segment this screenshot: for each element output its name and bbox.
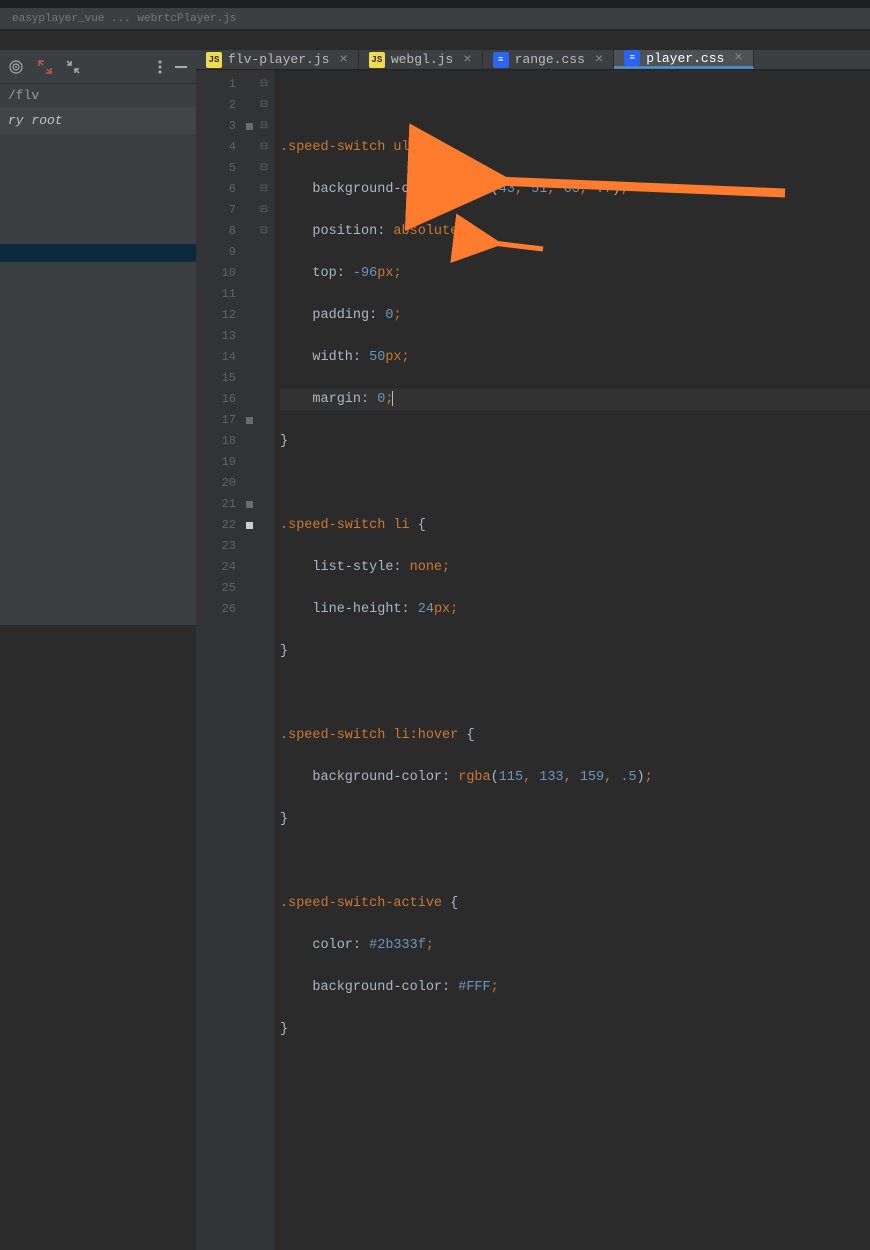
- project-tree[interactable]: /flv ry root: [0, 84, 196, 625]
- code-area[interactable]: .speed-switch ul { background-color: rgb…: [274, 70, 870, 1250]
- tab-label: webgl.js: [391, 52, 453, 67]
- tree-scratches[interactable]: ry root: [0, 107, 196, 134]
- tab-range-css[interactable]: ≡ range.css ×: [483, 50, 615, 69]
- close-icon[interactable]: ×: [463, 52, 471, 68]
- breadcrumb-text: easyplayer_vue ... webrtcPlayer.js: [12, 13, 236, 25]
- editor-tabs: JS flv-player.js × JS webgl.js × ≡ range…: [196, 50, 870, 70]
- css-icon: ≡: [624, 50, 640, 66]
- tree-item-flv[interactable]: /flv: [0, 84, 196, 107]
- sidebar: /flv ry root: [0, 50, 196, 625]
- close-icon[interactable]: ×: [595, 52, 603, 68]
- breadcrumb-bar: easyplayer_vue ... webrtcPlayer.js: [0, 8, 870, 30]
- tab-label: player.css: [646, 51, 724, 66]
- close-icon[interactable]: ×: [734, 50, 742, 66]
- tree-selection[interactable]: [0, 244, 196, 262]
- tab-label: range.css: [515, 52, 585, 67]
- tab-flv-player-js[interactable]: JS flv-player.js ×: [196, 50, 359, 69]
- code-editor[interactable]: 1234567891011121314151617181920212223242…: [196, 70, 870, 1250]
- close-icon[interactable]: ×: [339, 52, 347, 68]
- sidebar-toolbar: [0, 50, 196, 84]
- mark-gutter: [244, 70, 254, 1250]
- collapse-icon[interactable]: [66, 60, 80, 74]
- js-icon: JS: [206, 52, 222, 68]
- tab-player-css[interactable]: ≡ player.css ×: [614, 50, 753, 69]
- js-icon: JS: [369, 52, 385, 68]
- tab-label: flv-player.js: [228, 52, 329, 67]
- fold-gutter[interactable]: ⊟⊟⊟⊟⊟⊟⊟⊟: [254, 70, 274, 1250]
- line-gutter: 1234567891011121314151617181920212223242…: [196, 70, 244, 1250]
- hide-icon[interactable]: [174, 60, 188, 74]
- target-icon[interactable]: [8, 59, 24, 75]
- expand-icon[interactable]: [38, 60, 52, 74]
- more-icon[interactable]: [158, 60, 162, 74]
- tab-webgl-js[interactable]: JS webgl.js ×: [359, 50, 483, 69]
- css-icon: ≡: [493, 52, 509, 68]
